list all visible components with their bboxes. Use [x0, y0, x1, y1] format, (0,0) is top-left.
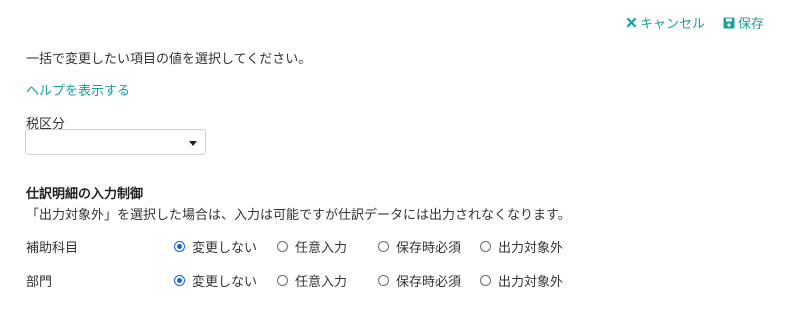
control-row-sub-account: 補助科目 変更しない 任意入力 保存時必須 出力対象外 — [26, 236, 580, 256]
save-button[interactable]: 保存 — [723, 13, 764, 32]
cancel-button[interactable]: キャンセル — [626, 13, 705, 32]
section-title: 仕訳明細の入力制御 — [26, 187, 144, 202]
radio-option-required-on-save[interactable]: 保存時必須 — [378, 271, 480, 290]
radio-label: 保存時必須 — [396, 274, 462, 290]
radio-option-optional[interactable]: 任意入力 — [277, 271, 378, 290]
radio-label: 変更しない — [192, 274, 258, 290]
row-label: 部門 — [26, 274, 53, 290]
radio-unchecked-icon[interactable] — [480, 240, 491, 252]
radio-option-no-change[interactable]: 変更しない — [174, 237, 277, 256]
top-toolbar: キャンセル 保存 — [626, 13, 764, 32]
save-label: 保存 — [737, 17, 764, 32]
radio-unchecked-icon[interactable] — [277, 240, 288, 252]
cancel-label: キャンセル — [639, 17, 705, 32]
radio-unchecked-icon[interactable] — [378, 274, 389, 286]
tax-category-select[interactable] — [25, 129, 206, 155]
radio-checked-icon[interactable] — [174, 274, 185, 286]
radio-label: 出力対象外 — [498, 274, 564, 290]
radio-label: 保存時必須 — [396, 240, 462, 256]
section-description: 「出力対象外」を選択した場合は、入力は可能ですが仕訳データには出力されなくなりま… — [26, 208, 571, 223]
radio-label: 出力対象外 — [498, 240, 564, 256]
save-icon — [723, 17, 735, 28]
radio-unchecked-icon[interactable] — [277, 274, 288, 286]
caret-down-icon — [189, 141, 197, 146]
radio-label: 任意入力 — [295, 240, 348, 256]
control-row-department: 部門 変更しない 任意入力 保存時必須 出力対象外 — [26, 270, 580, 290]
radio-unchecked-icon[interactable] — [480, 274, 491, 286]
intro-text: 一括で変更したい項目の値を選択してください。 — [26, 52, 312, 67]
help-link[interactable]: ヘルプを表示する — [26, 80, 130, 99]
radio-option-required-on-save[interactable]: 保存時必須 — [378, 237, 480, 256]
close-icon — [626, 17, 637, 28]
radio-option-excluded[interactable]: 出力対象外 — [480, 271, 580, 290]
radio-checked-icon[interactable] — [174, 240, 185, 252]
radio-option-optional[interactable]: 任意入力 — [277, 237, 378, 256]
row-label: 補助科目 — [26, 240, 79, 256]
radio-unchecked-icon[interactable] — [378, 240, 389, 252]
radio-label: 任意入力 — [295, 274, 348, 290]
radio-option-excluded[interactable]: 出力対象外 — [480, 237, 580, 256]
radio-label: 変更しない — [192, 240, 258, 256]
radio-option-no-change[interactable]: 変更しない — [174, 271, 277, 290]
